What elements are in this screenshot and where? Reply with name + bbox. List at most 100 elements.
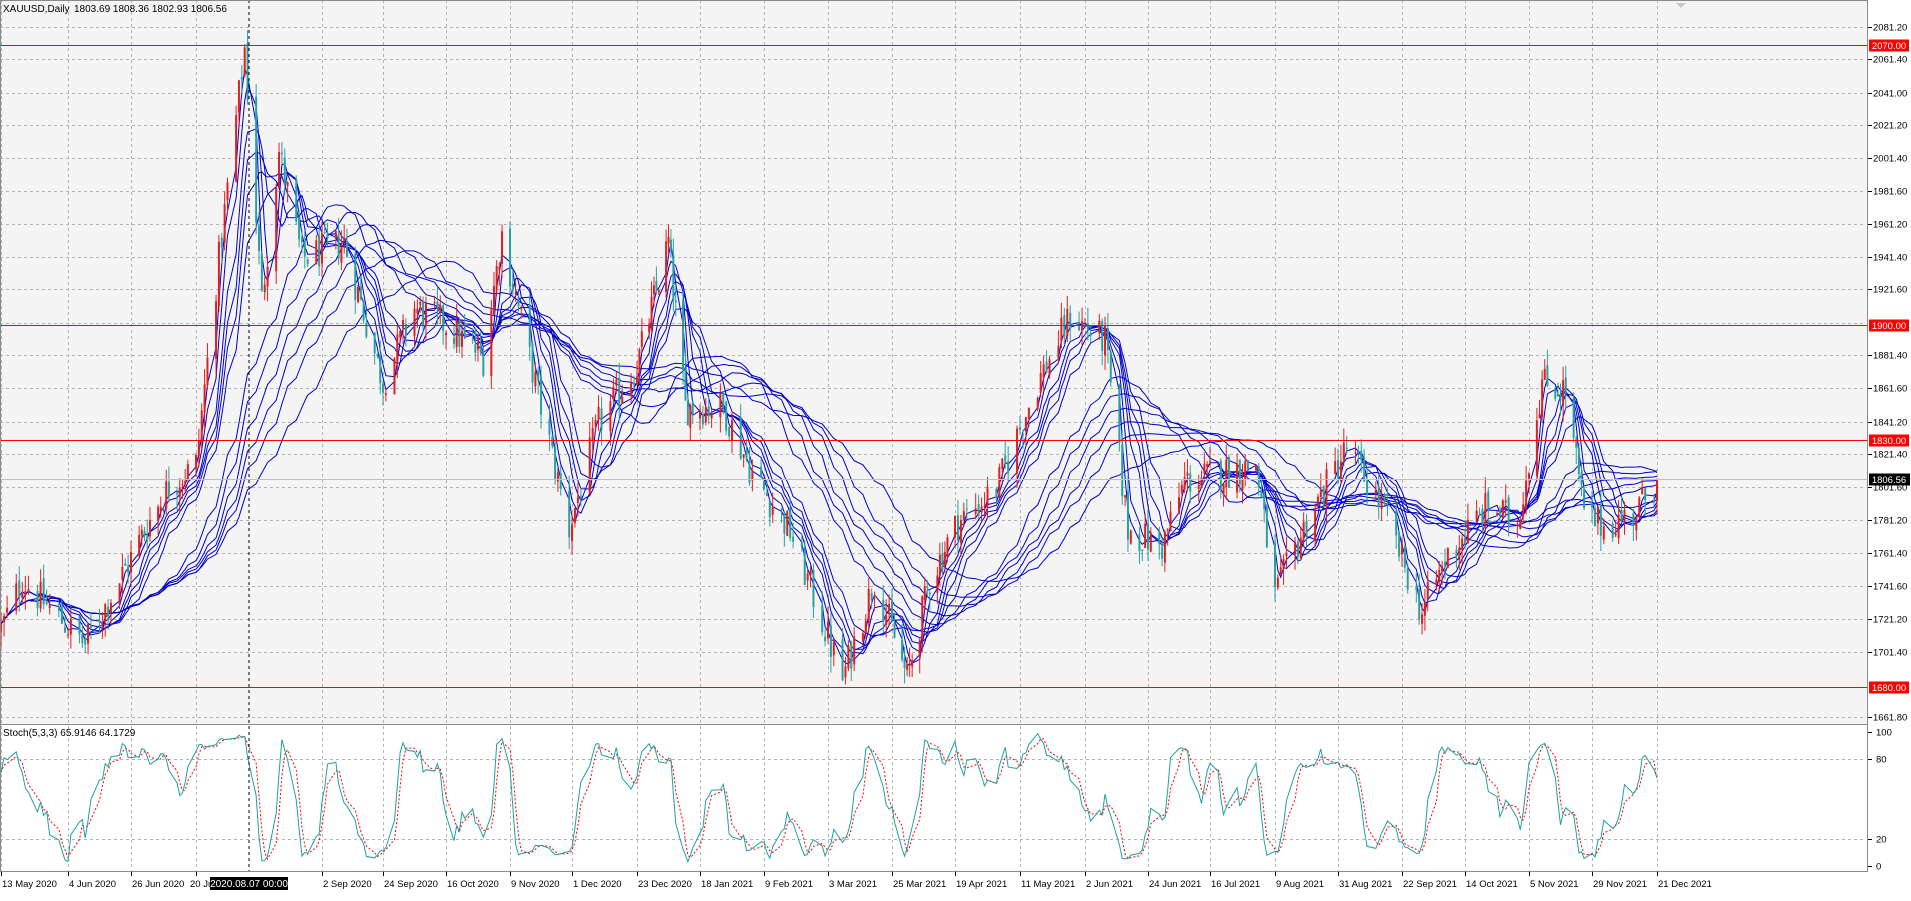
candle-body: [699, 411, 701, 419]
candle-body: [861, 633, 864, 641]
candle-body: [1138, 534, 1141, 552]
candle-body: [559, 473, 562, 489]
candle-body: [548, 419, 551, 435]
candle-body: [419, 302, 422, 305]
candle-body: [1538, 414, 1541, 418]
price-tick-label: 1661.80: [1873, 713, 1907, 724]
candle-body: [107, 606, 110, 617]
candle-body: [18, 580, 21, 598]
candle-body: [800, 542, 803, 548]
price-tick-label: 2081.20: [1873, 23, 1907, 34]
time-tick-label: 9 Aug 2021: [1276, 879, 1324, 890]
candle-body: [69, 618, 72, 635]
candle-body: [1263, 492, 1266, 509]
candle-body: [1614, 533, 1617, 536]
candle-body: [1124, 495, 1127, 498]
candle-body: [946, 537, 949, 557]
candle-body: [424, 303, 427, 326]
candle-body: [121, 566, 124, 581]
chart-canvas[interactable]: 2070.00 1900.00 1830.00 1680.00 2081.20 2061.…: [0, 0, 1911, 896]
candle-body: [1089, 332, 1092, 336]
candle-body: [1572, 397, 1575, 438]
candle-body: [1296, 541, 1299, 557]
candle-body: [1656, 478, 1658, 502]
candle-body: [1366, 479, 1369, 496]
candle-body: [1104, 325, 1107, 356]
candle-body: [21, 594, 24, 598]
stoch-tick-label: 100: [1876, 728, 1892, 739]
candle-body: [977, 504, 980, 516]
candle-body: [1106, 327, 1109, 350]
candle-body: [956, 515, 959, 541]
candle-body: [226, 182, 229, 201]
time-tick-label: 24 Jun 2021: [1149, 879, 1201, 890]
candle-body: [903, 658, 906, 669]
candle-body: [266, 266, 269, 287]
candle-body: [1611, 523, 1614, 539]
candle-body: [792, 536, 795, 542]
candle-body: [719, 393, 722, 418]
chart-window: 2070.00 1900.00 1830.00 1680.00 2081.20 2061.…: [0, 0, 1911, 896]
candle-body: [323, 232, 326, 234]
candle-body: [490, 309, 493, 376]
candle-body: [1583, 488, 1586, 509]
candle-body: [1039, 373, 1042, 393]
candle-body: [829, 625, 832, 657]
candle-body: [891, 601, 893, 621]
time-tick-label: 24 Sep 2020: [384, 879, 438, 890]
ohlc-readout: 1803.69 1808.36 1802.93 1806.56: [74, 4, 227, 15]
candle-body: [24, 591, 27, 596]
candle-body: [306, 259, 309, 265]
candle-body: [636, 376, 638, 386]
candle-body: [1357, 453, 1360, 455]
candle-body: [235, 114, 238, 182]
candle-body: [159, 506, 162, 512]
candle-body: [45, 600, 48, 604]
candle-body: [1279, 567, 1282, 575]
candle-body: [146, 535, 149, 540]
candle-body: [824, 636, 827, 642]
candle-body: [1395, 511, 1398, 536]
candle-body: [633, 382, 636, 386]
candle-body: [760, 466, 763, 478]
candle-body: [130, 551, 132, 573]
candle-body: [501, 231, 503, 264]
candle-body: [1246, 460, 1249, 470]
candle-body: [1016, 428, 1019, 474]
candle-body: [1161, 546, 1164, 559]
candle-body: [84, 638, 87, 645]
candle-body: [965, 508, 968, 510]
candle-body: [665, 241, 668, 293]
candle-body: [918, 640, 921, 658]
candle-body: [1559, 394, 1562, 401]
candle-body: [6, 607, 9, 613]
candle-body: [1257, 466, 1260, 488]
candle-body: [1556, 394, 1559, 397]
time-tick-label: 1 Dec 2020: [573, 879, 622, 890]
candle-body: [220, 237, 223, 248]
candle-body: [495, 266, 498, 291]
candle-body: [1019, 427, 1021, 430]
candle-body: [943, 551, 946, 566]
candle-body: [974, 508, 977, 514]
candle-body: [3, 615, 6, 623]
candle-body: [197, 440, 200, 457]
candle-body: [609, 401, 612, 431]
price-scale-background: [1868, 0, 1911, 896]
candle-body: [1546, 365, 1549, 386]
candle-body: [941, 553, 944, 570]
candle-body: [1458, 547, 1461, 560]
candle-body: [1238, 459, 1241, 485]
candle-body: [1345, 447, 1348, 449]
candle-body: [1464, 537, 1466, 543]
candle-body: [571, 524, 573, 542]
price-tick-label: 2021.20: [1873, 121, 1907, 132]
candle-body: [275, 188, 278, 272]
candle-body: [143, 530, 146, 536]
candle-body: [995, 488, 998, 499]
candle-body: [911, 660, 914, 667]
candle-body: [498, 267, 501, 270]
candle-body: [1617, 514, 1620, 539]
candle-body: [888, 604, 891, 612]
symbol-label: XAUUSD,Daily: [3, 4, 70, 15]
